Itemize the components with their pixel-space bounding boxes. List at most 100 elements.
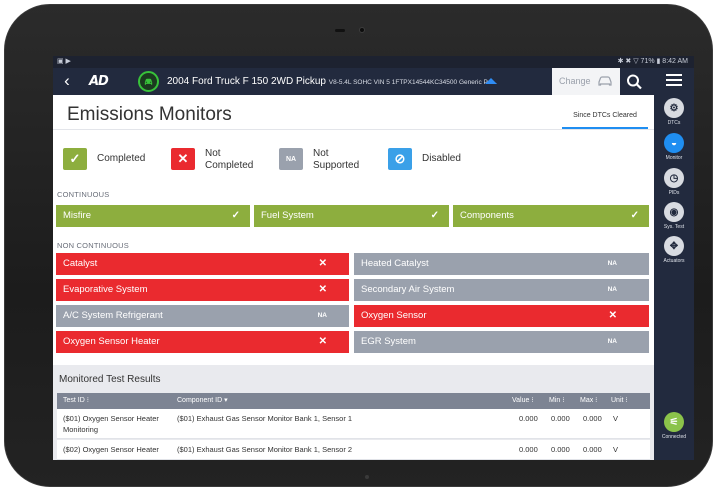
vehicle-connected-icon[interactable] — [138, 71, 159, 92]
sidebar-item-label: Monitor — [665, 155, 683, 161]
monitor-name: Fuel System — [261, 210, 314, 221]
monitor-tile-ac-system-refrigerant[interactable]: A/C System Refrigerant NA — [56, 305, 349, 327]
column-header-value[interactable]: Value ⁝ — [512, 393, 534, 409]
monitor-name: Secondary Air System — [361, 284, 455, 295]
column-header-max[interactable]: Max ⁝ — [580, 393, 597, 409]
check-icon: ✓ — [430, 210, 439, 221]
max-cell: 0.000 — [583, 445, 602, 454]
table-row[interactable]: ($02) Oxygen Sensor Heater ($01) Exhaust… — [57, 440, 650, 460]
vehicle-name-text: 2004 Ford Truck F 150 2WD Pickup — [167, 76, 326, 87]
sidebar-item-label: DTCs — [667, 120, 681, 126]
bottom-dot — [365, 475, 369, 479]
sidebar-item-actuators[interactable]: ✥ Actuators — [654, 236, 694, 264]
monitored-test-results-panel: Monitored Test Results Test ID ⁝ Compone… — [53, 365, 654, 460]
column-header-unit[interactable]: Unit ⁝ — [611, 393, 628, 409]
monitor-name: Oxygen Sensor Heater — [63, 336, 160, 347]
x-icon: ✕ — [318, 284, 327, 295]
na-icon: NA — [317, 312, 327, 319]
monitor-tile-oxygen-sensor[interactable]: Oxygen Sensor ✕ — [354, 305, 649, 327]
change-vehicle-button[interactable]: Change — [552, 68, 620, 95]
check-icon: ✓ — [63, 148, 87, 170]
monitor-tile-secondary-air-system[interactable]: Secondary Air System NA — [354, 279, 649, 301]
value-cell: 0.000 — [519, 445, 538, 454]
monitor-tile-misfire[interactable]: Misfire ✓ — [56, 205, 250, 227]
monitor-name: A/C System Refrigerant — [63, 310, 163, 321]
sidebar-item-dtcs[interactable]: ⚙ DTCs — [654, 98, 694, 126]
monitor-name: Misfire — [63, 210, 91, 221]
search-icon[interactable] — [625, 73, 645, 91]
app-bar: ‹ AD 2004 Ford Truck F 150 2WD Pickup V8… — [53, 68, 654, 95]
test-id-cell: ($01) Oxygen Sensor Heater — [63, 414, 159, 423]
test-id-cell-line2: Monitoring — [63, 425, 99, 434]
check-icon: ✓ — [630, 210, 639, 221]
android-status-bar: ▣ ▶ ✱ ✖ ▽ 71% ▮ 8:42 AM — [53, 56, 694, 68]
sidebar-item-sys-test[interactable]: ◉ Sys. Test — [654, 202, 694, 230]
monitor-name: Catalyst — [63, 258, 98, 269]
disabled-icon: ⊘ — [388, 148, 412, 170]
sidebar-item-pids[interactable]: ◷ PIDs — [654, 168, 694, 196]
monitor-name: Heated Catalyst — [361, 258, 429, 269]
sidebar-item-connected[interactable]: ⚟ Connected — [654, 412, 694, 440]
column-header-component-id[interactable]: Component ID ▾ — [177, 393, 228, 409]
value-cell: 0.000 — [519, 414, 538, 423]
column-header-test-id[interactable]: Test ID ⁝ — [63, 393, 89, 409]
monitor-name: Oxygen Sensor — [361, 310, 427, 321]
sidebar-item-label: Connected — [661, 434, 687, 440]
component-id-cell: ($01) Exhaust Gas Sensor Monitor Bank 1,… — [177, 445, 353, 454]
main-content: Emissions Monitors Since DTCs Cleared ✓ … — [53, 95, 654, 460]
vehicle-detail-text: V8-5.4L SOHC VIN 5 1FTPX14544KC34500 Gen… — [328, 79, 497, 86]
status-left-icons: ▣ ▶ — [57, 58, 71, 65]
tab-since-dtcs-cleared[interactable]: Since DTCs Cleared — [562, 103, 648, 129]
monitor-name: Evaporative System — [63, 284, 148, 295]
monitor-name: Components — [460, 210, 514, 221]
sidebar-item-monitor[interactable]: ◒ Monitor — [654, 133, 694, 161]
actuators-icon: ✥ — [664, 236, 684, 256]
monitor-tile-fuel-system[interactable]: Fuel System ✓ — [254, 205, 449, 227]
min-cell: 0.000 — [551, 445, 570, 454]
x-icon: ✕ — [318, 336, 327, 347]
x-icon: ✕ — [171, 148, 195, 170]
check-icon: ✓ — [231, 210, 240, 221]
change-vehicle-label: Change — [559, 76, 591, 86]
sidebar-item-label: PIDs — [668, 190, 680, 196]
column-header-min[interactable]: Min ⁝ — [549, 393, 564, 409]
unit-cell: V — [613, 445, 619, 454]
table-header: Test ID ⁝ Component ID ▾ Value ⁝ Min ⁝ M… — [57, 393, 650, 409]
x-icon: ✕ — [608, 310, 617, 321]
unit-cell: V — [613, 414, 619, 423]
legend-label: Not Supported — [313, 148, 360, 171]
na-icon: NA — [607, 286, 617, 293]
monitor-tile-oxygen-sensor-heater[interactable]: Oxygen Sensor Heater ✕ — [56, 331, 349, 353]
section-label-continuous: CONTINUOUS — [57, 190, 110, 199]
monitor-tile-components[interactable]: Components ✓ — [453, 205, 649, 227]
right-sidebar: ⚙ DTCs ◒ Monitor ◷ PIDs ◉ Sys. Test ✥ Ac… — [654, 68, 694, 460]
back-button[interactable]: ‹ — [57, 71, 77, 92]
min-cell: 0.000 — [551, 414, 570, 423]
monitor-tile-evaporative-system[interactable]: Evaporative System ✕ — [56, 279, 349, 301]
divider — [53, 129, 654, 130]
menu-icon[interactable] — [666, 74, 682, 86]
vehicle-dropdown-caret-icon[interactable] — [485, 78, 497, 84]
engine-icon: ⚙ — [664, 98, 684, 118]
legend-label: Not Completed — [205, 148, 254, 171]
monitor-name: EGR System — [361, 336, 416, 347]
system-test-icon: ◉ — [664, 202, 684, 222]
test-id-cell: ($02) Oxygen Sensor Heater — [63, 445, 159, 454]
na-icon: NA — [607, 338, 617, 345]
na-icon: NA — [607, 260, 617, 267]
monitor-icon: ◒ — [664, 133, 684, 153]
table-row[interactable]: ($01) Oxygen Sensor Heater Monitoring ($… — [57, 409, 650, 439]
vehicle-title[interactable]: 2004 Ford Truck F 150 2WD Pickup V8-5.4L… — [167, 76, 497, 87]
front-camera — [359, 27, 365, 33]
monitor-tile-catalyst[interactable]: Catalyst ✕ — [56, 253, 349, 275]
section-label-non-continuous: NON CONTINUOUS — [57, 241, 129, 250]
app-logo: AD — [89, 74, 109, 89]
sidebar-item-label: Actuators — [663, 258, 685, 264]
monitor-tile-egr-system[interactable]: EGR System NA — [354, 331, 649, 353]
speaker-grille — [335, 29, 345, 32]
status-right-info: ✱ ✖ ▽ 71% ▮ 8:42 AM — [617, 58, 688, 65]
page-title: Emissions Monitors — [67, 104, 232, 125]
na-icon: NA — [279, 148, 303, 170]
monitor-tile-heated-catalyst[interactable]: Heated Catalyst NA — [354, 253, 649, 275]
tablet-frame: ▣ ▶ ✱ ✖ ▽ 71% ▮ 8:42 AM ‹ AD 2004 Ford T… — [4, 4, 713, 487]
